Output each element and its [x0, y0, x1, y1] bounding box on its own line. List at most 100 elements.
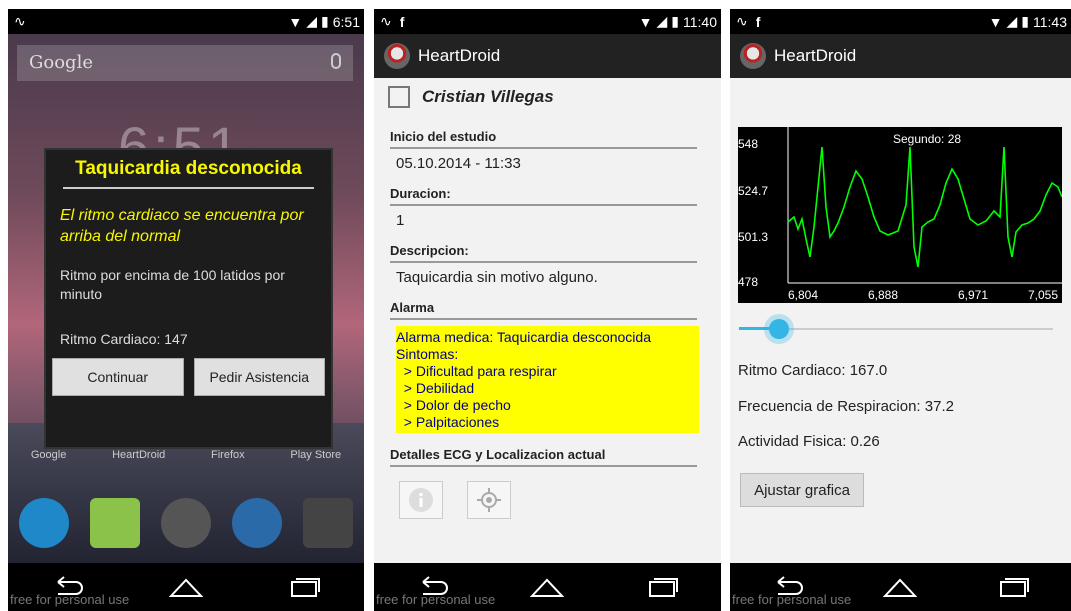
ecg-y-tick: 478: [738, 275, 758, 289]
info-icon: [409, 488, 433, 512]
camera-icon[interactable]: [303, 498, 354, 548]
section-header-detalles: Detalles ECG y Localizacion actual: [390, 447, 697, 467]
location-target-icon: [477, 488, 501, 512]
heartbeat-icon: ∿: [14, 13, 26, 29]
heart-rate-value: Ritmo Cardiaco: 167.0: [738, 362, 888, 379]
respiration-rate-value: Frecuencia de Respiracion: 37.2: [738, 398, 954, 415]
watermark: free for personal use: [376, 592, 496, 607]
ecg-x-tick: 7,055: [1028, 288, 1058, 302]
home-icon[interactable]: [530, 576, 565, 598]
request-help-button[interactable]: Pedir Asistencia: [193, 358, 325, 396]
info-button[interactable]: [399, 481, 443, 519]
adjust-chart-button[interactable]: Ajustar grafica: [740, 473, 864, 507]
alarm-box: Alarma medica: Taquicardia desconocida S…: [396, 326, 699, 433]
ecg-y-tick: 524.7: [738, 184, 768, 198]
ecg-x-tick: 6,888: [868, 288, 898, 302]
app-drawer-icon[interactable]: [160, 498, 211, 548]
app-label[interactable]: Firefox: [211, 449, 245, 461]
home-icon[interactable]: [883, 576, 918, 598]
alarm-line: Sintomas:: [396, 346, 459, 362]
recents-icon[interactable]: [288, 576, 322, 598]
wifi-icon: ▼: [988, 13, 1003, 30]
app-title: HeartDroid: [418, 46, 501, 65]
app-label[interactable]: Play Store: [290, 449, 341, 461]
status-bar: ∿ ▼ ◢ ▮ 6:51: [8, 9, 364, 34]
facebook-icon: f: [755, 13, 761, 30]
alarm-line: > Debilidad: [396, 380, 475, 396]
slider-thumb[interactable]: [769, 319, 789, 339]
chart-document-icon: [388, 86, 410, 108]
ecg-x-tick: 6,971: [958, 288, 988, 302]
ecg-chart: Segundo: 28 548 524.7 501.3 478 6,804 6,…: [738, 127, 1063, 303]
status-time: 11:40: [683, 13, 717, 30]
heartbeat-icon: ∿: [380, 13, 392, 29]
time-slider[interactable]: [739, 319, 1053, 339]
descripcion-value: Taquicardia sin motivo alguno.: [396, 269, 598, 286]
alert-heart-rate: Ritmo Cardiaco: 147: [60, 331, 188, 347]
wifi-icon: ▼: [638, 13, 653, 30]
alert-dialog: Taquicardia desconocida El ritmo cardiac…: [44, 148, 333, 449]
signal-icon: ◢: [1006, 13, 1018, 29]
app-label[interactable]: Google: [31, 449, 66, 461]
location-button[interactable]: [467, 481, 511, 519]
app-logo-icon[interactable]: [740, 43, 766, 69]
app-logo-icon[interactable]: [384, 43, 410, 69]
section-header-duracion: Duracion:: [390, 186, 697, 206]
status-time: 6:51: [332, 13, 360, 30]
alert-title: Taquicardia desconocida: [63, 158, 314, 189]
physical-activity-value: Actividad Fisica: 0.26: [738, 433, 880, 450]
phone-icon[interactable]: [18, 498, 69, 548]
section-header-descripcion: Descripcion:: [390, 243, 697, 263]
search-placeholder: Google: [29, 52, 93, 73]
alarm-line: > Palpitaciones: [396, 414, 500, 430]
ecg-title: Segundo: 28: [893, 132, 961, 146]
status-bar: ∿ f ▼ ◢ ▮ 11:43: [730, 9, 1071, 34]
ecg-trace: [787, 146, 1063, 268]
messaging-icon[interactable]: [89, 498, 140, 548]
status-time: 11:43: [1033, 13, 1067, 30]
signal-icon: ◢: [656, 13, 668, 29]
alert-detail: Ritmo por encima de 100 latidos por minu…: [60, 267, 285, 302]
battery-icon: ▮: [321, 13, 329, 29]
app-labels: Google HeartDroid Firefox Play Store: [8, 449, 364, 461]
watermark: free for personal use: [10, 592, 130, 607]
heartbeat-icon: ∿: [736, 13, 748, 29]
phone-screen-study-details: ∿ f ▼ ◢ ▮ 11:40 HeartDroid Cristian Ville…: [374, 9, 721, 611]
ecg-y-tick: 501.3: [738, 230, 768, 244]
ecg-svg: Segundo: 28 548 524.7 501.3 478 6,804 6,…: [738, 127, 1063, 302]
app-label[interactable]: HeartDroid: [112, 449, 165, 461]
home-icon[interactable]: [168, 576, 203, 598]
alarm-line: > Dolor de pecho: [396, 397, 511, 413]
user-name: Cristian Villegas: [422, 87, 554, 106]
user-header: Cristian Villegas: [388, 86, 705, 108]
dock: [8, 487, 364, 559]
study-content: Cristian Villegas Inicio del estudio 05.…: [374, 78, 721, 563]
google-search-bar[interactable]: Google: [17, 45, 353, 81]
section-header-inicio: Inicio del estudio: [390, 129, 697, 149]
ecg-x-tick: 6,804: [788, 288, 818, 302]
signal-icon: ◢: [306, 13, 318, 29]
alert-message: El ritmo cardiaco se encuentra por arrib…: [60, 207, 304, 245]
wifi-icon: ▼: [288, 13, 303, 30]
status-bar: ∿ f ▼ ◢ ▮ 11:40: [374, 9, 721, 34]
phone-screen-ecg: ∿ f ▼ ◢ ▮ 11:43 HeartDroid Segundo: 28 54…: [730, 9, 1071, 611]
alarm-line: > Dificultad para respirar: [396, 363, 557, 379]
action-bar: HeartDroid: [374, 34, 721, 78]
battery-icon: ▮: [1021, 13, 1029, 29]
inicio-value: 05.10.2014 - 11:33: [396, 155, 521, 172]
ecg-y-tick: 548: [738, 137, 758, 151]
browser-icon[interactable]: [232, 498, 283, 548]
section-header-alarma: Alarma: [390, 300, 697, 320]
recents-icon[interactable]: [646, 576, 680, 598]
mic-icon[interactable]: [331, 53, 341, 69]
duracion-value: 1: [396, 212, 405, 229]
watermark: free for personal use: [732, 592, 852, 607]
phone-screen-lockscreen-alert: ∿ ▼ ◢ ▮ 6:51 Google 6:51 Google HeartDro…: [8, 9, 364, 611]
recents-icon[interactable]: [997, 576, 1031, 598]
continue-button[interactable]: Continuar: [52, 358, 184, 396]
facebook-icon: f: [399, 13, 405, 30]
app-title: HeartDroid: [774, 46, 857, 65]
battery-icon: ▮: [671, 13, 679, 29]
action-bar: HeartDroid: [730, 34, 1071, 78]
alarm-line: Alarma medica: Taquicardia desconocida: [396, 329, 651, 345]
